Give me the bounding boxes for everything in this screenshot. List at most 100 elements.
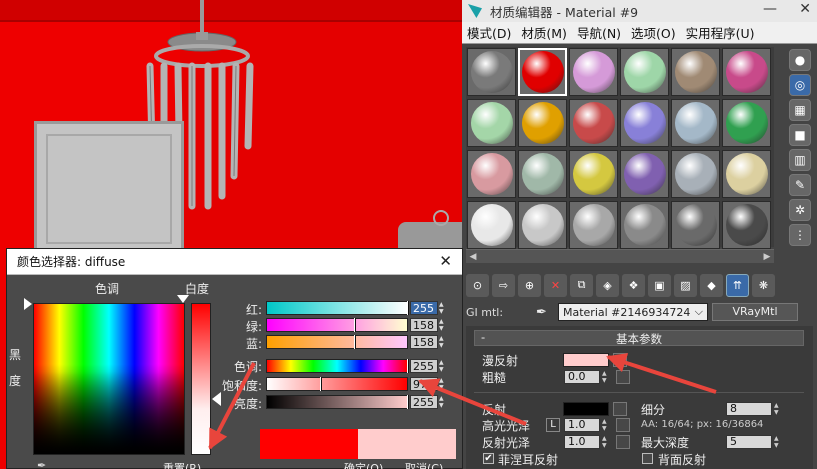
roughness-spinner[interactable]: ▲ ▼	[602, 370, 610, 384]
red-slider-thumb[interactable]	[407, 301, 409, 315]
slot-horizontal-scrollbar[interactable]: ◀ ▶	[466, 249, 774, 263]
back-reflect-checkbox[interactable]	[642, 453, 653, 464]
whiteness-marker-icon[interactable]	[177, 295, 189, 303]
material-slot[interactable]	[620, 150, 669, 198]
hue-input[interactable]: 255	[410, 359, 438, 373]
max-depth-spinner[interactable]: ▲ ▼	[774, 435, 782, 449]
material-slot[interactable]	[518, 201, 567, 249]
material-name-field[interactable]: Material #2146934724 ⌵	[558, 303, 708, 321]
scroll-left-icon[interactable]: ◀	[466, 250, 480, 264]
colorbars-icon[interactable]: ▥	[789, 149, 811, 171]
value-input[interactable]: 255	[410, 395, 438, 409]
material-id-icon[interactable]: ▣	[648, 273, 671, 297]
material-editor-titlebar[interactable]: 材质编辑器 - Material #9 — ✕	[462, 0, 817, 22]
material-slot[interactable]	[671, 150, 720, 198]
material-slot[interactable]	[620, 99, 669, 147]
hue-blackness-field[interactable]	[33, 303, 185, 455]
sphere-icon[interactable]: ●	[789, 49, 811, 71]
library-icon[interactable]: ❖	[622, 273, 645, 297]
tree-icon[interactable]: ⋮	[789, 224, 811, 246]
material-slot[interactable]	[467, 48, 516, 96]
diffuse-color-swatch[interactable]	[563, 353, 609, 367]
color-picker-titlebar[interactable]: 颜色选择器: diffuse	[7, 249, 462, 275]
cancel-button[interactable]: 取消(C)	[405, 460, 443, 469]
eyedropper-icon[interactable]: ✒	[37, 459, 46, 469]
hue-slider-thumb[interactable]	[407, 359, 409, 373]
red-slider[interactable]	[266, 301, 409, 315]
green-spinner[interactable]: ▲ ▼	[439, 318, 446, 332]
material-slot[interactable]	[569, 201, 618, 249]
material-slot[interactable]	[722, 48, 771, 96]
reset-button[interactable]: 重置(R)	[163, 460, 201, 469]
subdivs-input[interactable]: 8	[726, 402, 772, 416]
value-slider-thumb[interactable]	[407, 395, 409, 409]
reflect-gloss-map-button[interactable]	[616, 435, 630, 449]
delete-icon[interactable]: ✕	[544, 273, 567, 297]
highlight-gloss-input[interactable]: 1.0	[564, 418, 600, 432]
menu-options[interactable]: 选项(O)	[626, 23, 681, 42]
fresnel-checkbox[interactable]: ✔	[483, 453, 494, 464]
ok-button[interactable]: 确定(O)	[344, 460, 383, 469]
whiteness-pointer-icon[interactable]	[212, 392, 221, 406]
chevron-down-icon[interactable]: ⌵	[695, 305, 703, 319]
saturation-slider[interactable]	[266, 377, 408, 391]
roughness-input[interactable]: 0.0	[564, 370, 600, 384]
close-button[interactable]: ✕	[799, 1, 811, 17]
go-to-parent-icon[interactable]: ⇈	[726, 273, 749, 297]
highlight-lock-button[interactable]: L	[546, 418, 560, 432]
material-slot[interactable]	[518, 150, 567, 198]
material-slot[interactable]	[569, 150, 618, 198]
material-slot[interactable]	[722, 150, 771, 198]
green-slider-thumb[interactable]	[354, 318, 356, 332]
get-material-icon[interactable]: ⊙	[466, 273, 489, 297]
checker-icon[interactable]: ▦	[789, 99, 811, 121]
value-slider[interactable]	[266, 395, 409, 409]
saturation-slider-thumb[interactable]	[320, 377, 322, 391]
red-spinner[interactable]: ▲ ▼	[439, 301, 446, 315]
eyedropper-icon[interactable]: ✒	[536, 305, 550, 320]
box-icon[interactable]: ■	[789, 124, 811, 146]
hue-slider[interactable]	[266, 359, 409, 373]
red-input[interactable]: 255	[410, 301, 438, 315]
green-slider[interactable]	[266, 318, 408, 332]
material-slot[interactable]	[620, 48, 669, 96]
material-slot[interactable]	[722, 201, 771, 249]
menu-utilities[interactable]: 实用程序(U)	[681, 23, 760, 42]
saturation-spinner[interactable]: ▲ ▼	[439, 377, 446, 391]
go-sibling-icon[interactable]: ❋	[752, 273, 775, 297]
hue-spinner[interactable]: ▲ ▼	[439, 359, 446, 373]
roughness-map-button[interactable]	[616, 370, 630, 384]
material-slot[interactable]	[569, 99, 618, 147]
reflect-color-swatch[interactable]	[563, 402, 609, 416]
blue-input[interactable]: 158	[410, 335, 438, 349]
material-type-button[interactable]: VRayMtl	[712, 303, 798, 321]
material-slot[interactable]	[467, 99, 516, 147]
reflect-gloss-input[interactable]: 1.0	[564, 435, 600, 449]
nodes-icon[interactable]: ✲	[789, 199, 811, 221]
reflect-map-button[interactable]	[613, 402, 627, 416]
basic-params-rollout[interactable]: - 基本参数	[474, 330, 804, 346]
blackness-marker-icon[interactable]	[24, 298, 32, 310]
scroll-right-icon[interactable]: ▶	[760, 250, 774, 264]
put-to-scene-icon[interactable]: ⇨	[492, 273, 515, 297]
minimize-button[interactable]: —	[763, 1, 777, 17]
green-input[interactable]: 158	[410, 318, 438, 332]
highlight-gloss-spinner[interactable]: ▲ ▼	[602, 418, 610, 432]
diffuse-map-button[interactable]	[613, 353, 627, 367]
material-slot[interactable]	[722, 99, 771, 147]
blue-spinner[interactable]: ▲ ▼	[439, 335, 446, 349]
material-slot[interactable]	[569, 48, 618, 96]
menu-material[interactable]: 材质(M)	[516, 23, 572, 42]
material-slot[interactable]	[671, 201, 720, 249]
highlight-map-button[interactable]	[616, 418, 630, 432]
material-slot[interactable]	[620, 201, 669, 249]
unique-icon[interactable]: ◈	[596, 273, 619, 297]
magnify-icon[interactable]: ◎	[789, 74, 811, 96]
max-depth-input[interactable]: 5	[726, 435, 772, 449]
material-slot[interactable]	[518, 99, 567, 147]
blue-slider[interactable]	[266, 335, 408, 349]
material-slot[interactable]	[467, 201, 516, 249]
material-slot[interactable]	[518, 48, 567, 96]
eraser-icon[interactable]: ✎	[789, 174, 811, 196]
menu-navigation[interactable]: 导航(N)	[572, 23, 626, 42]
